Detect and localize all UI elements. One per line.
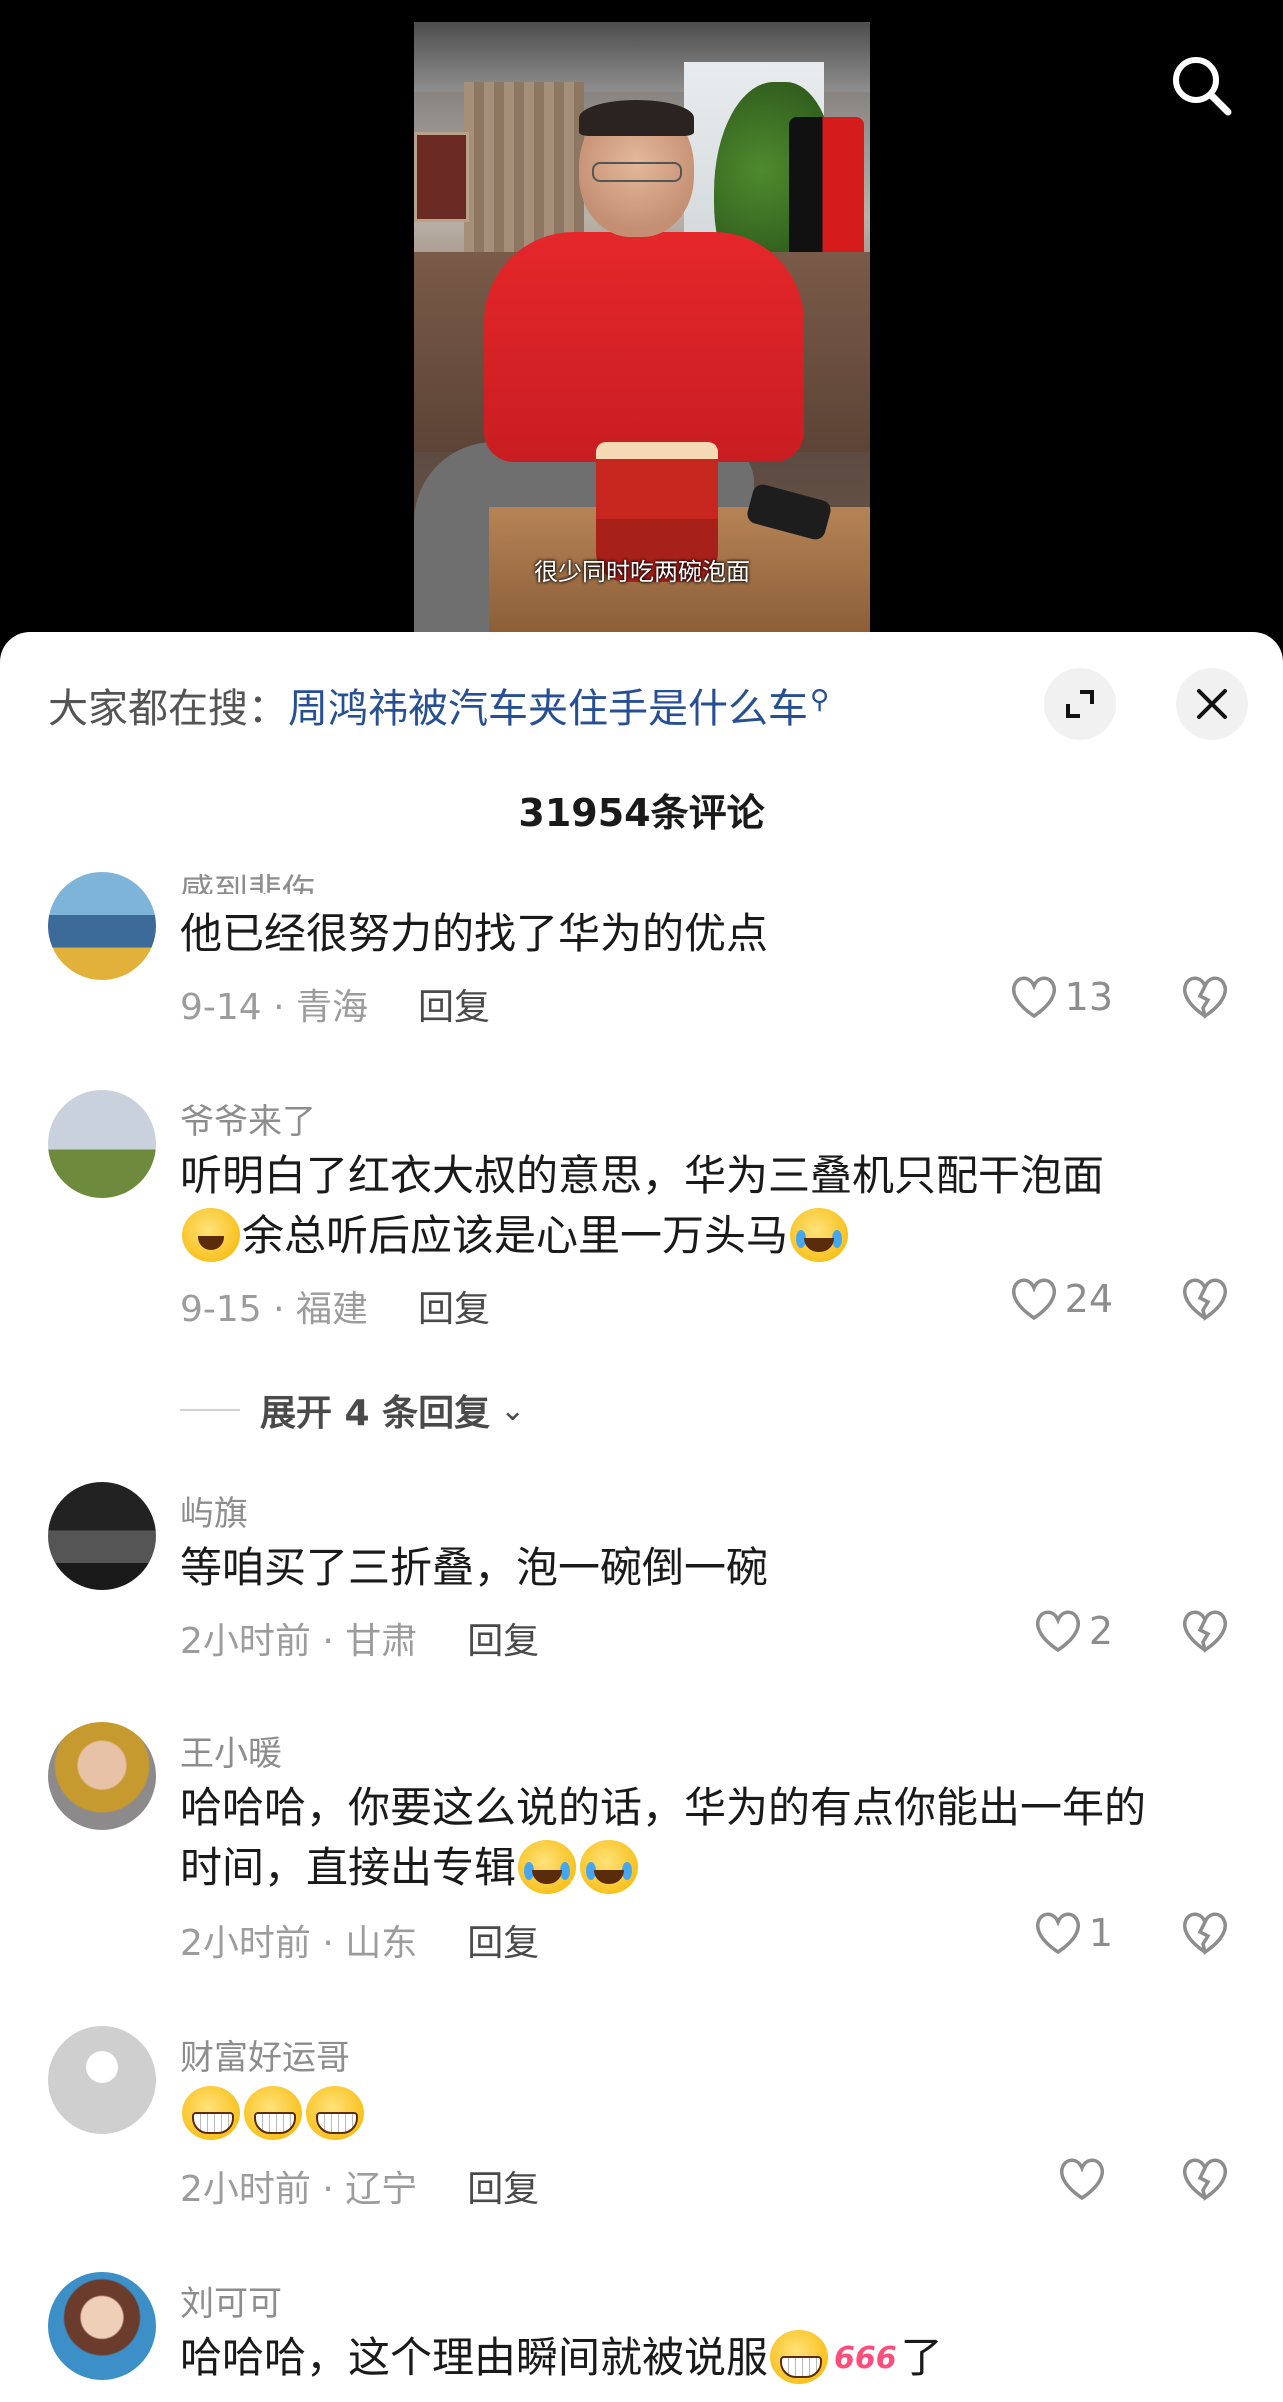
trending-search-query[interactable]: 周鸿祎被汽车夹住手是什么车	[288, 686, 808, 732]
like-button[interactable]: 1	[1033, 1910, 1113, 1956]
emoji-grin-icon	[306, 2086, 364, 2140]
emoji-laugh-cry-icon	[518, 1840, 577, 1894]
comment-meta: 2小时前 · 甘肃 回复	[180, 1612, 539, 1664]
avatar[interactable]	[48, 872, 156, 980]
emoji-grin-icon	[182, 2086, 240, 2140]
heart-icon	[1035, 1610, 1080, 1653]
comment-text-part: 了	[900, 2333, 943, 2382]
expand-replies-button[interactable]: 展开 4 条回复 ⌄	[180, 1384, 680, 1436]
trending-search-bar[interactable]: 大家都在搜：周鸿祎被汽车夹住手是什么车⚲	[48, 676, 948, 734]
trending-search-prefix: 大家都在搜：	[48, 686, 288, 732]
chevron-down-icon: ⌄	[500, 1392, 526, 1428]
comment-count: 31954条评论	[518, 791, 765, 835]
video-player[interactable]: 很少同时吃两碗泡面	[0, 0, 1283, 640]
expand-replies-label: 展开 4 条回复	[260, 1393, 491, 1434]
badge-666: 666	[834, 2341, 897, 2376]
broken-heart-icon	[1183, 1610, 1227, 1653]
like-button[interactable]: 24	[1009, 1276, 1113, 1322]
comment-text: 他已经很努力的找了华为的优点	[180, 909, 769, 958]
reply-button[interactable]: 回复	[467, 1621, 539, 1662]
like-count: 1	[1088, 1911, 1113, 1955]
dislike-button[interactable]	[1180, 1608, 1230, 1658]
avatar[interactable]	[48, 2272, 156, 2380]
comment-text-line: 哈哈哈，你要这么说的话，华为的有点你能出一年的	[180, 1783, 1147, 1832]
divider	[180, 1409, 240, 1411]
comment-username[interactable]: 财富好运哥	[180, 2030, 350, 2079]
comment-meta: 9-15 · 福建 回复	[180, 1280, 490, 1332]
video-person-glasses	[592, 162, 682, 182]
like-button[interactable]: 13	[1009, 974, 1113, 1020]
like-button[interactable]: 2	[1033, 1608, 1113, 1654]
comment-username[interactable]: 屿旗	[180, 1486, 248, 1535]
comment-meta: 2小时前 · 山东 回复	[180, 1914, 539, 1966]
comment-date-location: 9-14 · 青海	[180, 987, 369, 1028]
comment-text: 听明白了红衣大叔的意思，华为三叠机只配干泡面 余总听后应该是心里一万头马	[180, 1146, 1240, 1266]
broken-heart-icon	[1183, 2158, 1227, 2201]
comment-text-line: 余总听后应该是心里一万头马	[242, 1211, 789, 1260]
avatar[interactable]	[48, 1482, 156, 1590]
avatar[interactable]	[48, 1722, 156, 1830]
like-count: 2	[1088, 1609, 1113, 1653]
comment-text-part: 哈哈哈，这个理由瞬间就被说服	[180, 2333, 769, 2382]
heart-icon	[1011, 1278, 1056, 1321]
comment-text-line-wrap: 时间，直接出专辑	[180, 1838, 1240, 1898]
comment-text-line-wrap: 余总听后应该是心里一万头马	[180, 1206, 1240, 1266]
broken-heart-icon	[1183, 1278, 1227, 1321]
heart-icon	[1011, 976, 1056, 1019]
comment-username[interactable]: 刘可可	[180, 2276, 282, 2325]
video-frame[interactable]: 很少同时吃两碗泡面	[414, 22, 870, 632]
comment-meta: 2小时前 · 辽宁 回复	[180, 2160, 539, 2212]
avatar[interactable]	[48, 2026, 156, 2134]
comment-date-location: 2小时前 · 辽宁	[180, 2169, 418, 2210]
search-icon[interactable]	[1168, 52, 1234, 118]
emoji-wink-icon	[182, 1208, 240, 1262]
comment-text: 哈哈哈，你要这么说的话，华为的有点你能出一年的 时间，直接出专辑	[180, 1778, 1240, 1898]
emoji-laugh-cry-icon	[580, 1840, 639, 1894]
comment-date-location: 2小时前 · 甘肃	[180, 1621, 418, 1662]
heart-icon	[1035, 1912, 1080, 1955]
dislike-button[interactable]	[1180, 974, 1230, 1024]
emoji-grin-icon	[770, 2330, 829, 2384]
dislike-button[interactable]	[1180, 1276, 1230, 1326]
comment-username[interactable]: 爷爷来了	[180, 1094, 316, 1143]
broken-heart-icon	[1183, 976, 1227, 1019]
like-count: 13	[1064, 975, 1113, 1019]
comment-text-line: 时间，直接出专辑	[180, 1843, 517, 1892]
comments-sheet: 大家都在搜：周鸿祎被汽车夹住手是什么车⚲ 31954条评论 感到悲伤 他已经很努…	[0, 632, 1283, 2402]
comment-text	[180, 2084, 1240, 2144]
video-person-shirt	[484, 232, 804, 462]
reply-button[interactable]: 回复	[418, 1289, 490, 1330]
reply-button[interactable]: 回复	[467, 2169, 539, 2210]
like-count: 24	[1064, 1277, 1113, 1321]
dislike-button[interactable]	[1180, 2156, 1230, 2206]
expand-button[interactable]	[1044, 668, 1116, 740]
emoji-grin-icon	[244, 2086, 302, 2140]
close-icon	[1197, 689, 1227, 719]
video-person-hair	[579, 100, 694, 136]
comment-username[interactable]: 感到悲伤	[180, 864, 316, 894]
expand-icon	[1066, 690, 1094, 718]
comment-text-line: 听明白了红衣大叔的意思，华为三叠机只配干泡面	[180, 1151, 1105, 1200]
comment-meta: 9-14 · 青海 回复	[180, 978, 490, 1030]
broken-heart-icon	[1183, 1912, 1227, 1955]
close-button[interactable]	[1176, 668, 1248, 740]
reply-button[interactable]: 回复	[418, 987, 490, 1028]
comment-date-location: 9-15 · 福建	[180, 1289, 369, 1330]
video-subtitle: 很少同时吃两碗泡面	[534, 558, 750, 586]
search-icon[interactable]: ⚲	[810, 685, 829, 715]
emoji-laugh-cry-icon	[790, 1208, 849, 1262]
comment-date-location: 2小时前 · 山东	[180, 1923, 418, 1964]
avatar[interactable]	[48, 1090, 156, 1198]
comment-text: 哈哈哈，这个理由瞬间就被说服 666了	[180, 2328, 1240, 2389]
comment-username[interactable]: 王小暖	[180, 1726, 282, 1775]
like-button[interactable]	[1057, 2156, 1113, 2202]
comment-text: 等咱买了三折叠，泡一碗倒一碗	[180, 1543, 769, 1592]
video-bg-painting	[414, 132, 469, 222]
dislike-button[interactable]	[1180, 1910, 1230, 1960]
heart-icon	[1060, 2158, 1104, 2201]
reply-button[interactable]: 回复	[467, 1923, 539, 1964]
